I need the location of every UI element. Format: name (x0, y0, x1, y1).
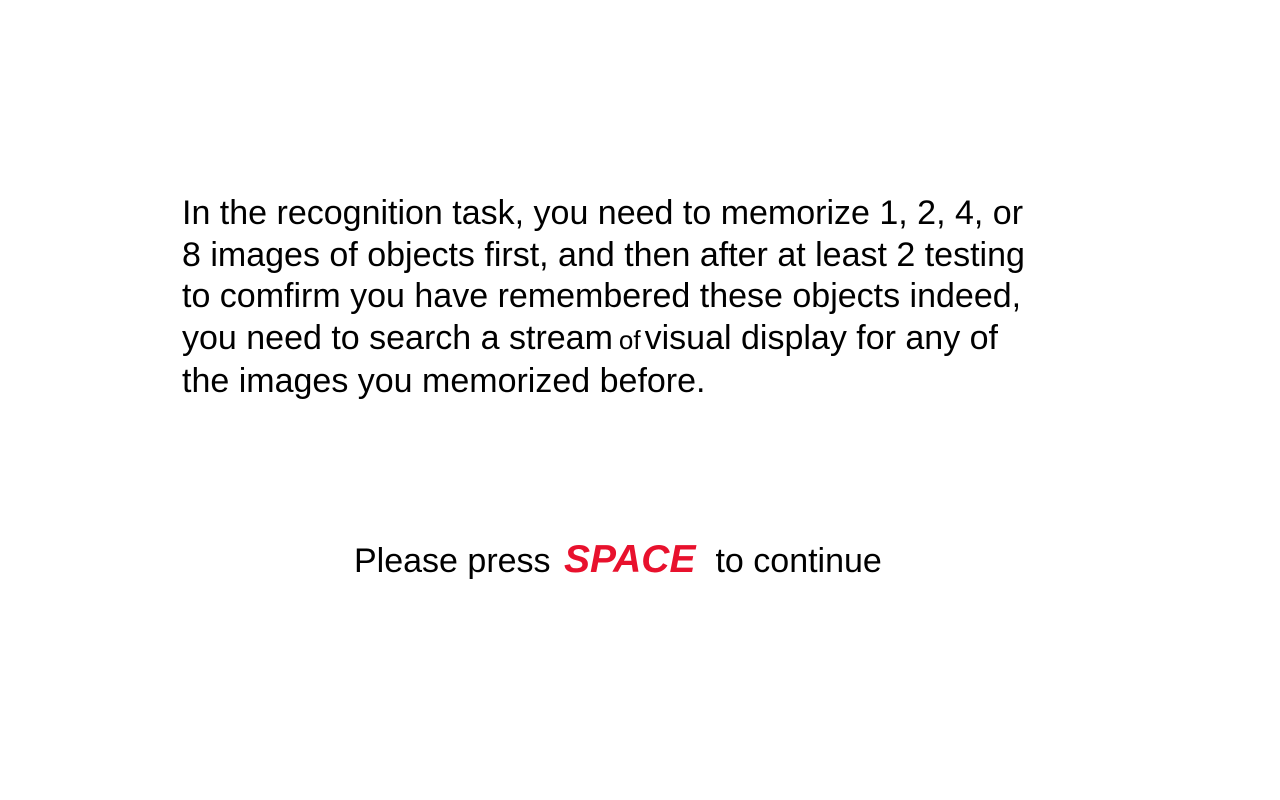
space-key-label: SPACE (564, 538, 696, 581)
prompt-after-text: to continue (715, 542, 882, 580)
instruction-line-4-start: you need to search a stream (182, 318, 613, 357)
instruction-text: In the recognition task, you need to mem… (182, 193, 1142, 403)
instruction-line-1: In the recognition task, you need to mem… (182, 194, 1024, 232)
instruction-line-5: the images you memorized before. (182, 362, 706, 400)
prompt-before-text: Please press (354, 542, 560, 580)
instruction-line-4-of: of (618, 324, 641, 355)
instruction-line-3: to comfirm you have remembered these obj… (182, 277, 1022, 315)
instruction-line-2: 8 images of objects first, and then afte… (182, 235, 1025, 274)
instruction-line-4-end: visual display for any of (644, 318, 999, 357)
continue-prompt: Please press SPACE to continue (354, 534, 882, 587)
instruction-line-4: you need to search a stream of visual disp… (182, 318, 1142, 362)
